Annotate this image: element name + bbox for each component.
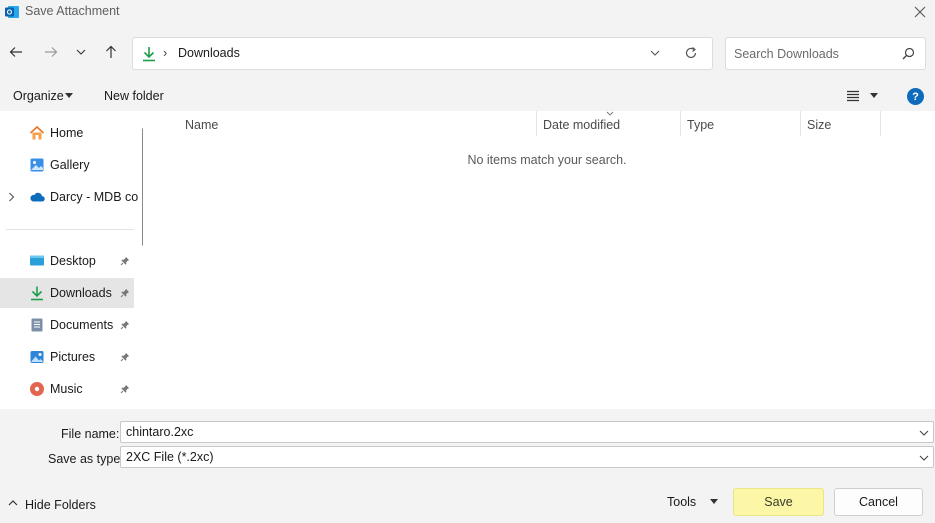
svg-text:O: O bbox=[7, 10, 13, 17]
sidebar-item-label: Downloads bbox=[50, 286, 112, 300]
music-icon bbox=[30, 382, 44, 396]
sidebar-item-gallery[interactable]: Gallery bbox=[0, 150, 134, 180]
recent-locations-button[interactable] bbox=[69, 40, 93, 64]
caret-down-icon[interactable] bbox=[65, 93, 73, 98]
cancel-button[interactable]: Cancel bbox=[834, 488, 923, 516]
pin-icon[interactable] bbox=[120, 352, 130, 362]
download-icon bbox=[143, 47, 155, 62]
sidebar-item-label: Documents bbox=[50, 318, 114, 332]
sidebar-item-music[interactable]: Music bbox=[0, 374, 134, 404]
command-bar: Organize New folder ? bbox=[0, 81, 935, 111]
chevron-down-icon[interactable] bbox=[919, 428, 929, 438]
breadcrumb-downloads[interactable]: Downloads bbox=[178, 46, 240, 60]
outlook-app-icon: O bbox=[5, 6, 19, 18]
organize-button[interactable]: Organize bbox=[13, 89, 64, 103]
file-name-input[interactable] bbox=[126, 424, 906, 440]
onedrive-cloud-icon bbox=[30, 192, 45, 202]
save-fields: File name: Save as type: 2XC File (*.2xc… bbox=[0, 409, 935, 475]
chevron-up-icon[interactable] bbox=[8, 498, 18, 508]
sidebar-item-label: Desktop bbox=[50, 254, 96, 268]
sidebar-item-label: Gallery bbox=[50, 158, 90, 172]
chevron-down-icon[interactable] bbox=[919, 453, 929, 463]
save-button-label: Save bbox=[764, 495, 793, 509]
save-as-type-value: 2XC File (*.2xc) bbox=[126, 450, 214, 464]
navigation-pane: Home Gallery Darcy - MDB co Desktop Down… bbox=[0, 111, 143, 409]
search-icon[interactable] bbox=[902, 47, 915, 60]
save-as-type-select[interactable]: 2XC File (*.2xc) bbox=[120, 446, 934, 468]
dialog-footer: Hide Folders Tools Save Cancel bbox=[0, 475, 935, 523]
file-name-field[interactable] bbox=[120, 421, 934, 443]
caret-down-icon[interactable] bbox=[710, 499, 718, 504]
breadcrumb-separator: › bbox=[163, 45, 168, 60]
sidebar-item-label: Pictures bbox=[50, 350, 96, 364]
pin-icon[interactable] bbox=[120, 288, 130, 298]
sidebar-item-home[interactable]: Home bbox=[0, 118, 134, 148]
forward-button[interactable] bbox=[39, 40, 63, 64]
arrow-up-icon bbox=[106, 45, 116, 58]
sidebar-item-pictures[interactable]: Pictures bbox=[0, 342, 134, 372]
empty-message: No items match your search. bbox=[467, 153, 627, 167]
refresh-icon[interactable] bbox=[684, 46, 698, 60]
search-box[interactable] bbox=[725, 37, 926, 70]
close-button[interactable] bbox=[910, 2, 930, 22]
tools-button[interactable]: Tools bbox=[667, 495, 696, 509]
pin-icon[interactable] bbox=[120, 256, 130, 266]
title-bar: O Save Attachment bbox=[0, 0, 935, 24]
sidebar-item-onedrive[interactable]: Darcy - MDB co bbox=[0, 182, 138, 212]
pin-icon[interactable] bbox=[120, 384, 130, 394]
save-button[interactable]: Save bbox=[733, 488, 824, 516]
chevron-down-icon bbox=[76, 49, 86, 55]
view-list-icon[interactable] bbox=[846, 90, 860, 102]
close-icon bbox=[914, 6, 926, 18]
arrow-right-icon bbox=[45, 47, 58, 57]
sidebar-item-label: Home bbox=[50, 126, 84, 140]
chevron-down-icon[interactable] bbox=[649, 47, 661, 59]
column-header-date-modified[interactable]: Date modified bbox=[537, 111, 680, 138]
pin-icon[interactable] bbox=[120, 320, 130, 330]
sidebar-item-label: Music bbox=[50, 382, 83, 396]
save-as-type-label: Save as type: bbox=[48, 452, 124, 466]
search-input[interactable] bbox=[734, 45, 894, 63]
help-button[interactable]: ? bbox=[907, 88, 924, 105]
file-list: Name Date modified Type Size No items ma… bbox=[151, 111, 935, 409]
address-bar[interactable]: › Downloads bbox=[132, 37, 713, 70]
caret-down-icon[interactable] bbox=[870, 93, 878, 98]
sidebar-scrollbar[interactable] bbox=[142, 128, 143, 246]
sidebar-item-desktop[interactable]: Desktop bbox=[0, 246, 134, 276]
help-icon: ? bbox=[912, 90, 919, 103]
pictures-icon bbox=[30, 351, 44, 363]
new-folder-button[interactable]: New folder bbox=[104, 89, 164, 103]
gallery-icon bbox=[30, 158, 44, 172]
column-header-size[interactable]: Size bbox=[801, 111, 880, 138]
documents-icon bbox=[31, 318, 43, 332]
sidebar-item-downloads[interactable]: Downloads bbox=[0, 278, 134, 308]
download-icon bbox=[31, 286, 43, 301]
sidebar-item-label: Darcy - MDB co bbox=[50, 190, 139, 204]
back-button[interactable] bbox=[4, 40, 28, 64]
column-divider[interactable] bbox=[880, 111, 881, 136]
column-header-name[interactable]: Name bbox=[179, 111, 536, 138]
column-header-type[interactable]: Type bbox=[681, 111, 800, 138]
sidebar-item-documents[interactable]: Documents bbox=[0, 310, 134, 340]
up-button[interactable] bbox=[99, 40, 123, 64]
cancel-button-label: Cancel bbox=[859, 495, 898, 509]
sidebar-divider bbox=[6, 229, 134, 230]
navigation-bar: › Downloads bbox=[0, 24, 935, 81]
window-title: Save Attachment bbox=[25, 4, 120, 18]
hide-folders-button[interactable]: Hide Folders bbox=[25, 498, 96, 512]
desktop-icon bbox=[30, 255, 44, 266]
chevron-right-icon[interactable] bbox=[8, 192, 15, 202]
file-name-label: File name: bbox=[61, 427, 120, 441]
arrow-left-icon bbox=[9, 47, 22, 57]
home-icon bbox=[29, 125, 45, 140]
